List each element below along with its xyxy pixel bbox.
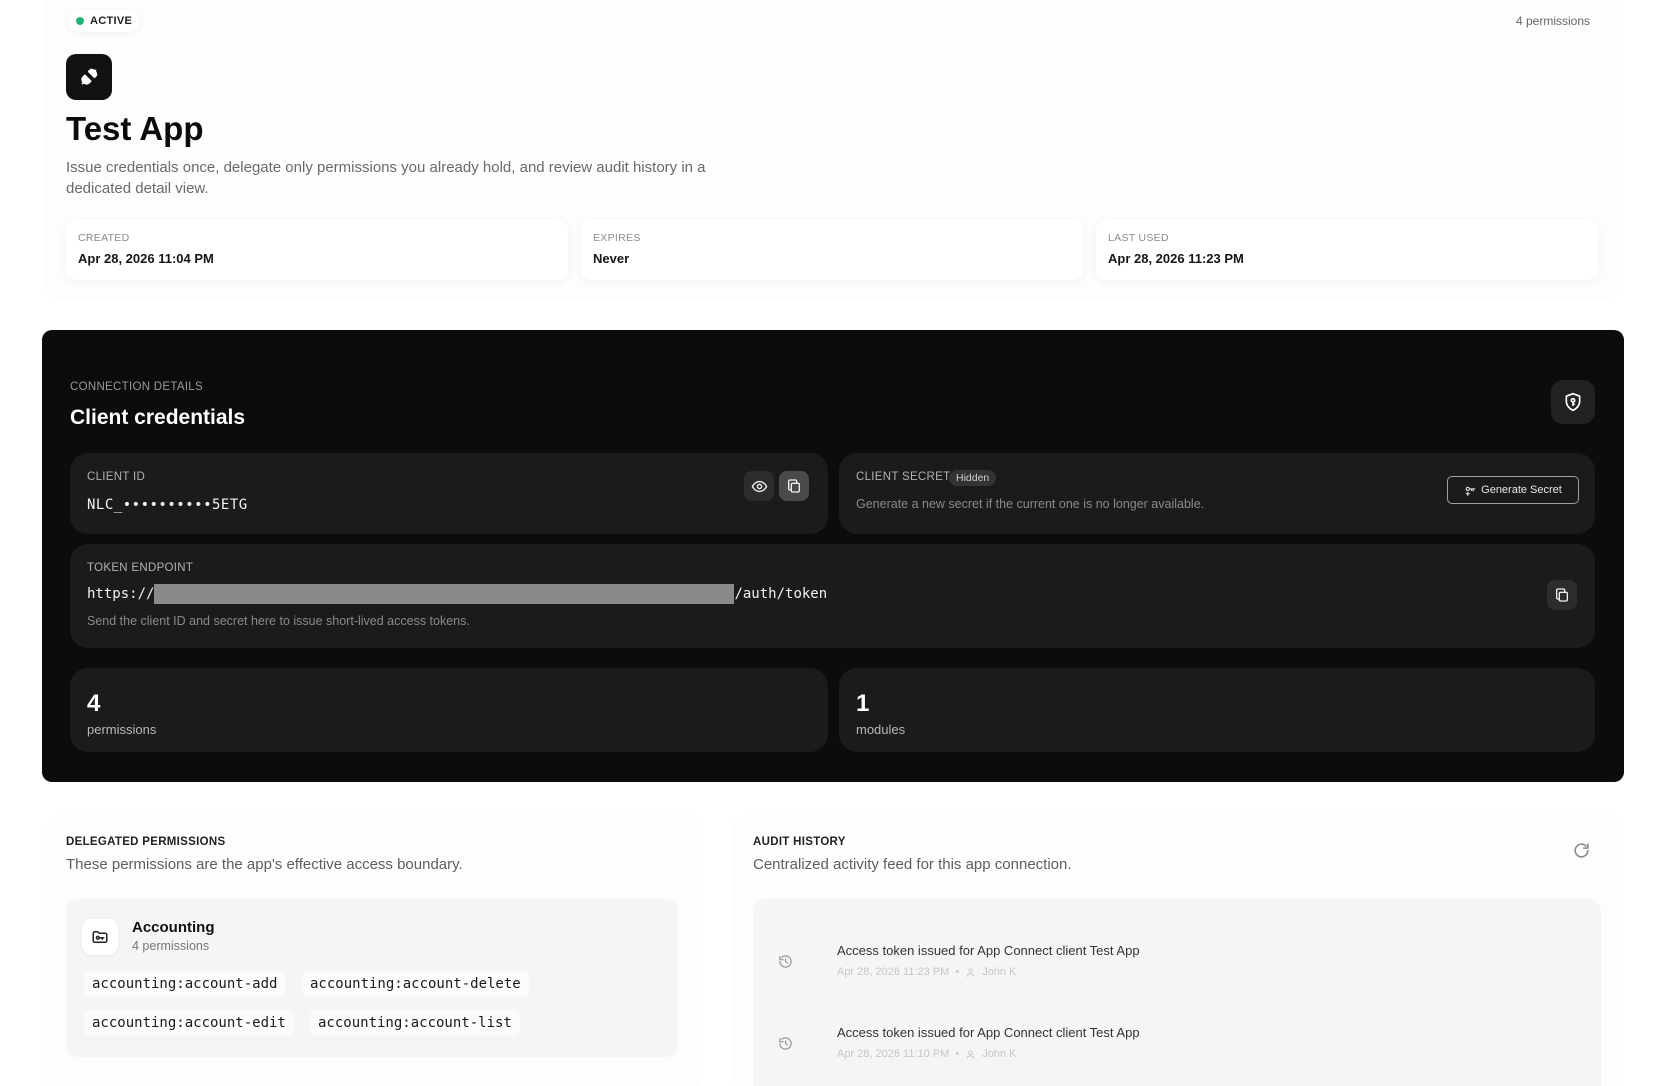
audit-item[interactable]: Access token issued for App Connect clie… <box>771 1025 1571 1077</box>
redacted-host <box>154 584 735 604</box>
copy-icon[interactable] <box>1547 580 1577 610</box>
modules-stat-label: modules <box>856 722 906 737</box>
permissions-stat-value: 4 <box>87 690 101 717</box>
permissions-stat-label: permissions <box>87 722 157 737</box>
created-label: CREATED <box>78 232 130 244</box>
delegated-permissions-card: DELEGATED PERMISSIONS These permissions … <box>46 814 702 1086</box>
status-dot <box>76 17 84 25</box>
token-endpoint-prefix: https:// <box>87 586 155 602</box>
permission-chip: accounting:account-delete <box>302 971 529 997</box>
folder-key-icon <box>82 919 118 955</box>
audit-history-subtitle: Centralized activity feed for this app c… <box>753 856 1072 873</box>
page-description: Issue credentials once, delegate only pe… <box>66 159 706 197</box>
token-endpoint-label: TOKEN ENDPOINT <box>87 562 194 574</box>
token-endpoint-hint: Send the client ID and secret here to is… <box>87 614 470 628</box>
history-icon <box>771 1029 799 1057</box>
audit-item-time: Apr 28, 2026 11:10 PM <box>837 1048 950 1060</box>
refresh-icon[interactable] <box>1569 838 1593 862</box>
created-card: CREATED Apr 28, 2026 11:04 PM <box>66 220 568 280</box>
last-used-value: Apr 28, 2026 11:23 PM <box>1108 251 1244 266</box>
permissions-count: 4 permissions <box>1515 14 1590 28</box>
last-used-label: LAST USED <box>1108 232 1169 244</box>
audit-item-user: John K <box>982 1048 1017 1060</box>
shield-key-icon[interactable] <box>1551 380 1595 424</box>
separator-dot: • <box>955 1048 960 1060</box>
delegated-permissions-subtitle: These permissions are the app's effectiv… <box>66 856 463 873</box>
permission-chip: accounting:account-add <box>84 971 286 997</box>
module-accounting: Accounting 4 permissions accounting:acco… <box>66 899 678 1057</box>
delegated-permissions-kicker: DELEGATED PERMISSIONS <box>66 836 226 848</box>
audit-history-kicker: AUDIT HISTORY <box>753 836 846 848</box>
eye-icon[interactable] <box>744 471 774 501</box>
key-plus-icon <box>1465 486 1476 496</box>
audit-item-text: Access token issued for App Connect clie… <box>837 943 1140 958</box>
created-value: Apr 28, 2026 11:04 PM <box>78 251 214 266</box>
client-secret-label: CLIENT SECRET <box>856 471 951 483</box>
last-used-card: LAST USED Apr 28, 2026 11:23 PM <box>1096 220 1598 280</box>
audit-item-text: Access token issued for App Connect clie… <box>837 1025 1140 1040</box>
history-icon <box>771 947 799 975</box>
hidden-badge: Hidden <box>949 470 997 486</box>
connection-details-kicker: CONNECTION DETAILS <box>70 381 203 393</box>
expires-card: EXPIRES Never <box>581 220 1083 280</box>
modules-stat-value: 1 <box>856 690 870 717</box>
generate-secret-button[interactable]: Generate Secret <box>1447 476 1579 504</box>
permissions-stat-card: 4 permissions <box>70 668 828 752</box>
modules-stat-card: 1 modules <box>839 668 1595 752</box>
page-title: Test App <box>66 110 204 147</box>
token-endpoint-card: TOKEN ENDPOINT https:// /auth/token Send… <box>70 544 1595 648</box>
expires-value: Never <box>593 251 630 266</box>
client-secret-card: CLIENT SECRET Hidden Generate a new secr… <box>839 453 1595 534</box>
expires-label: EXPIRES <box>593 232 641 244</box>
generate-secret-label: Generate Secret <box>1481 484 1562 496</box>
client-id-label: CLIENT ID <box>87 471 146 483</box>
connection-details-panel: CONNECTION DETAILS Client credentials CL… <box>42 330 1624 782</box>
plug-icon <box>66 54 112 100</box>
audit-history-card: AUDIT HISTORY Centralized activity feed … <box>733 814 1623 1086</box>
permission-chip: accounting:account-list <box>310 1010 520 1036</box>
audit-item[interactable]: Access token issued for App Connect clie… <box>771 943 1571 995</box>
user-icon <box>966 1049 975 1059</box>
separator-dot: • <box>955 966 960 978</box>
token-endpoint-suffix: /auth/token <box>734 586 828 602</box>
status-badge: ACTIVE <box>68 10 141 32</box>
audit-item-meta: Apr 28, 2026 11:23 PM • John K <box>837 966 1016 978</box>
client-id-value: NLC_••••••••••5ETG <box>87 497 248 513</box>
permission-chip: accounting:account-edit <box>84 1010 294 1036</box>
audit-feed: Access token issued for App Connect clie… <box>753 899 1601 1086</box>
status-label: ACTIVE <box>90 15 133 27</box>
audit-item-time: Apr 28, 2026 11:23 PM <box>837 966 950 978</box>
module-name: Accounting <box>132 919 215 936</box>
copy-icon[interactable] <box>779 471 809 501</box>
audit-item-meta: Apr 28, 2026 11:10 PM • John K <box>837 1048 1016 1060</box>
user-icon <box>966 967 975 977</box>
client-secret-hint: Generate a new secret if the current one… <box>856 497 1205 511</box>
module-permission-count: 4 permissions <box>132 939 210 953</box>
audit-item-user: John K <box>982 966 1017 978</box>
token-endpoint-url: https:// /auth/token <box>87 584 827 604</box>
client-id-card: CLIENT ID NLC_••••••••••5ETG <box>70 453 828 534</box>
client-credentials-title: Client credentials <box>70 406 246 429</box>
